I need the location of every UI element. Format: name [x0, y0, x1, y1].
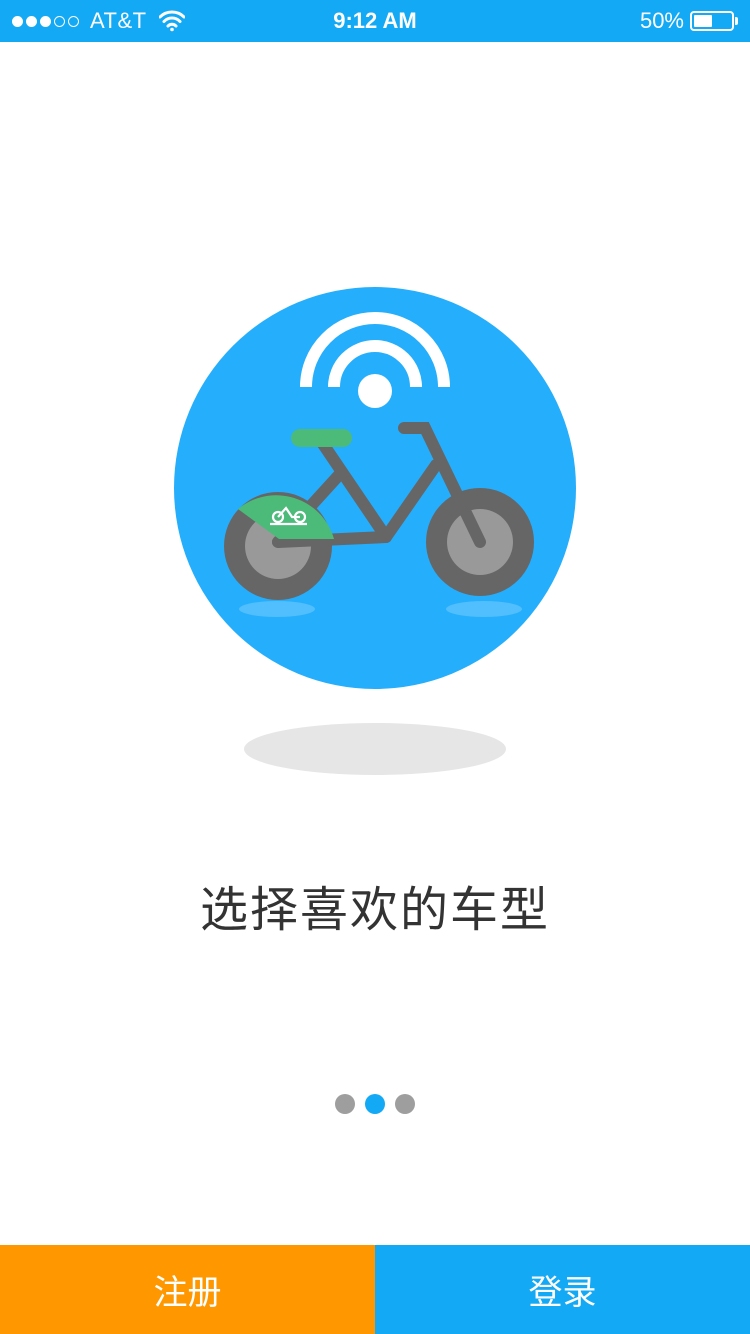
status-time: 9:12 AM — [333, 8, 417, 33]
battery-tip — [735, 17, 738, 25]
page-dot — [395, 1094, 415, 1114]
smart-bike-illustration — [174, 287, 576, 689]
illustration-shadow — [244, 723, 506, 775]
page-dot — [335, 1094, 355, 1114]
battery-level — [694, 15, 712, 27]
status-bar: AT&T 9:12 AM 50% — [0, 0, 750, 42]
battery-percent: 50% — [639, 8, 684, 33]
register-button[interactable]: 注册 — [0, 1245, 375, 1334]
page-indicator — [0, 1094, 750, 1114]
bottom-action-bar: 注册 登录 — [0, 1245, 750, 1334]
status-right: 50% — [640, 8, 738, 34]
login-button[interactable]: 登录 — [375, 1245, 750, 1334]
page-title: 选择喜欢的车型 — [199, 884, 550, 937]
battery-icon — [690, 11, 734, 31]
page-dot-active — [365, 1094, 385, 1114]
